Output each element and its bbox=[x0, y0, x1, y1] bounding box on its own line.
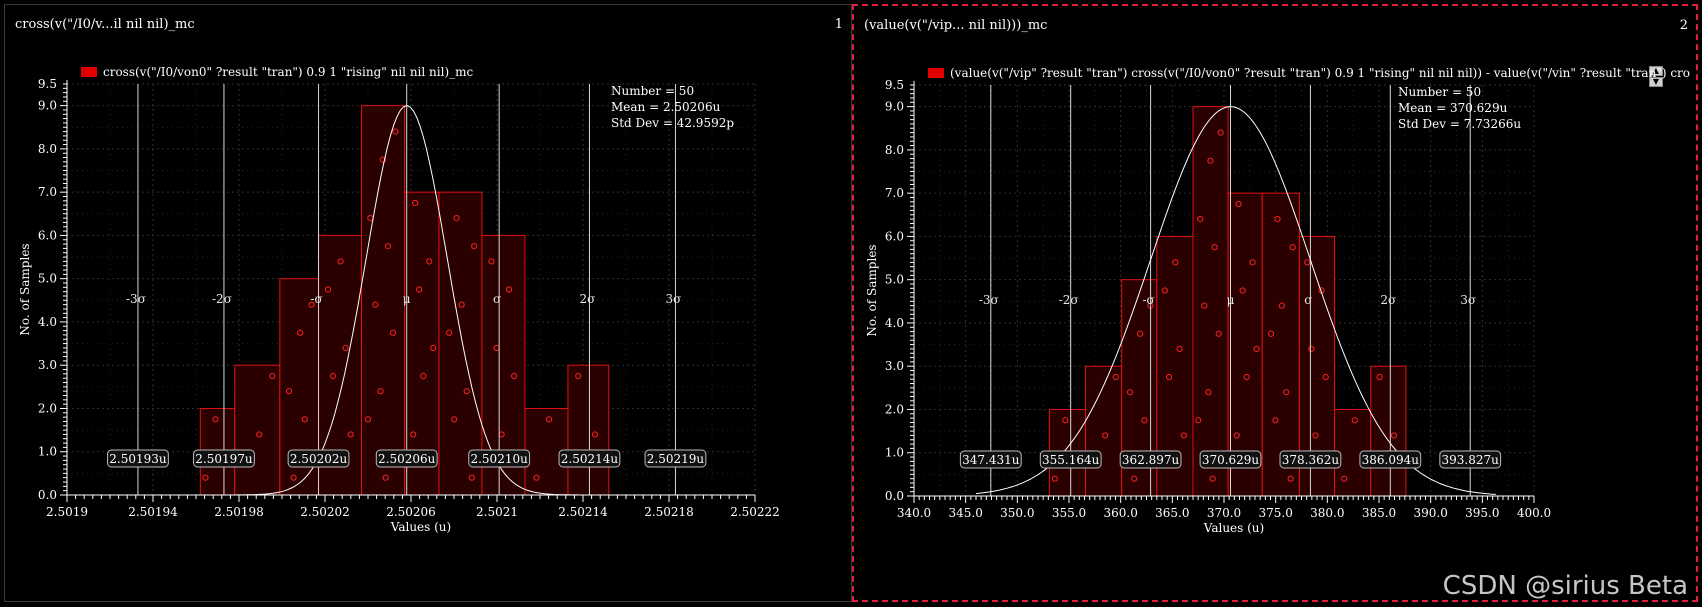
histogram-bar bbox=[234, 364, 281, 496]
watermark-text: CSDN @sirius Beta bbox=[1442, 571, 1688, 601]
sigma-label: σ bbox=[1304, 293, 1312, 307]
y-tick-label: 0.0 bbox=[885, 489, 904, 503]
y-tick-label: 1.0 bbox=[38, 445, 57, 459]
legend-label: cross(v("/I0/von0" ?result "tran") 0.9 1… bbox=[103, 65, 474, 79]
x-tick-label: 375.0 bbox=[1258, 506, 1292, 520]
stats-text: Std Dev = 7.73266u bbox=[1398, 117, 1521, 131]
y-tick-label: 9.0 bbox=[885, 100, 904, 114]
histogram-chart-2[interactable]: -3σ 347.431u -2σ 355.164u -σ 362.897u μ 370.629… bbox=[854, 6, 1700, 604]
x-tick-label: 2.50206 bbox=[386, 505, 436, 519]
y-tick-label: 5.0 bbox=[885, 273, 904, 287]
y-tick-label: 8.0 bbox=[38, 142, 57, 156]
sigma-value-label: 370.629u bbox=[1202, 453, 1260, 467]
y-tick-label: 7.0 bbox=[38, 185, 57, 199]
y-tick-label: 3.0 bbox=[885, 359, 904, 373]
histogram-bar bbox=[1192, 106, 1229, 497]
sigma-value-label: 386.094u bbox=[1362, 453, 1420, 467]
legend-swatch bbox=[928, 68, 944, 78]
sigma-label: μ bbox=[403, 292, 411, 306]
x-tick-label: 380.0 bbox=[1310, 506, 1344, 520]
x-tick-label: 395.0 bbox=[1465, 506, 1499, 520]
histogram-bar bbox=[1370, 365, 1407, 497]
x-tick-label: 2.5021 bbox=[476, 505, 518, 519]
sigma-value-label: 378.362u bbox=[1282, 453, 1340, 467]
x-tick-label: 385.0 bbox=[1362, 506, 1396, 520]
y-tick-label: 3.0 bbox=[38, 358, 57, 372]
sigma-label: -3σ bbox=[979, 293, 999, 307]
x-tick-label: 350.0 bbox=[1000, 506, 1034, 520]
sigma-label: μ bbox=[1227, 293, 1235, 307]
histogram-panel-1[interactable]: cross(v("/I0/v...il nil nil)_mc 1 -3σ 2.5… bbox=[4, 4, 852, 602]
x-axis-label: Values (u) bbox=[1203, 521, 1264, 535]
sigma-value-label: 362.897u bbox=[1122, 453, 1180, 467]
y-tick-label: 2.0 bbox=[38, 401, 57, 415]
x-tick-label: 340.0 bbox=[897, 506, 931, 520]
y-tick-label: 6.0 bbox=[885, 229, 904, 243]
y-tick-label: 7.0 bbox=[885, 186, 904, 200]
sigma-label: 2σ bbox=[580, 292, 596, 306]
x-tick-label: 2.50194 bbox=[128, 505, 178, 519]
stats-text: Std Dev = 42.9592p bbox=[611, 116, 734, 130]
x-tick-label: 2.50222 bbox=[730, 505, 780, 519]
stats-text: Mean = 2.50206u bbox=[611, 100, 721, 114]
y-tick-label: 6.0 bbox=[38, 228, 57, 242]
sigma-value-label: 2.50197u bbox=[195, 452, 253, 466]
stats-text: Number = 50 bbox=[611, 84, 694, 98]
histogram-panel-2[interactable]: (value(v("/vip... nil nil)))_mc 2 ▲ ▼ -3… bbox=[852, 4, 1698, 602]
sigma-value-label: 2.50210u bbox=[470, 452, 528, 466]
y-tick-label: 4.0 bbox=[885, 316, 904, 330]
sigma-value-label: 2.50214u bbox=[561, 452, 619, 466]
y-tick-label: 4.0 bbox=[38, 315, 57, 329]
y-axis-label: No. of Samples bbox=[18, 243, 32, 335]
x-tick-label: 365.0 bbox=[1155, 506, 1189, 520]
y-tick-label: 2.0 bbox=[885, 402, 904, 416]
sigma-label: 3σ bbox=[1460, 293, 1476, 307]
sigma-label: -2σ bbox=[212, 292, 232, 306]
x-tick-label: 360.0 bbox=[1103, 506, 1137, 520]
y-tick-label: 9.0 bbox=[38, 99, 57, 113]
sigma-label: 3σ bbox=[666, 292, 682, 306]
y-tick-label: 9.5 bbox=[885, 78, 904, 92]
sigma-label: -2σ bbox=[1059, 293, 1079, 307]
y-tick-label: 1.0 bbox=[885, 446, 904, 460]
x-tick-label: 370.0 bbox=[1207, 506, 1241, 520]
y-tick-label: 5.0 bbox=[38, 272, 57, 286]
y-tick-label: 0.0 bbox=[38, 488, 57, 502]
sigma-label: -σ bbox=[1142, 293, 1154, 307]
x-tick-label: 400.0 bbox=[1517, 506, 1551, 520]
histogram-chart-1[interactable]: -3σ 2.50193u -2σ 2.50197u -σ 2.50202u μ 2.50206… bbox=[5, 5, 853, 603]
sigma-value-label: 2.50219u bbox=[647, 452, 705, 466]
sigma-value-label: 355.164u bbox=[1042, 453, 1100, 467]
x-tick-label: 390.0 bbox=[1413, 506, 1447, 520]
sigma-value-label: 2.50202u bbox=[290, 452, 348, 466]
legend-swatch bbox=[81, 67, 97, 77]
sigma-value-label: 2.50206u bbox=[378, 452, 436, 466]
sigma-label: -3σ bbox=[126, 292, 146, 306]
x-tick-label: 2.50214 bbox=[558, 505, 608, 519]
x-tick-label: 2.50218 bbox=[644, 505, 694, 519]
x-tick-label: 2.5019 bbox=[46, 505, 88, 519]
stats-text: Mean = 370.629u bbox=[1398, 101, 1508, 115]
x-tick-label: 2.50198 bbox=[214, 505, 264, 519]
sigma-value-label: 393.827u bbox=[1442, 453, 1500, 467]
sigma-value-label: 347.431u bbox=[962, 453, 1020, 467]
y-tick-label: 9.5 bbox=[38, 77, 57, 91]
x-tick-label: 2.50202 bbox=[300, 505, 350, 519]
histogram-bar bbox=[567, 364, 610, 496]
x-tick-label: 345.0 bbox=[948, 506, 982, 520]
sigma-value-label: 2.50193u bbox=[109, 452, 167, 466]
y-axis-label: No. of Samples bbox=[865, 244, 879, 336]
sigma-label: -σ bbox=[310, 292, 322, 306]
x-axis-label: Values (u) bbox=[390, 520, 451, 534]
sigma-label: 2σ bbox=[1380, 293, 1396, 307]
y-tick-label: 8.0 bbox=[885, 143, 904, 157]
stats-text: Number = 50 bbox=[1398, 85, 1481, 99]
legend-label: (value(v("/vip" ?result "tran") cross(v(… bbox=[950, 66, 1690, 80]
sigma-label: σ bbox=[493, 292, 501, 306]
x-tick-label: 355.0 bbox=[1052, 506, 1086, 520]
